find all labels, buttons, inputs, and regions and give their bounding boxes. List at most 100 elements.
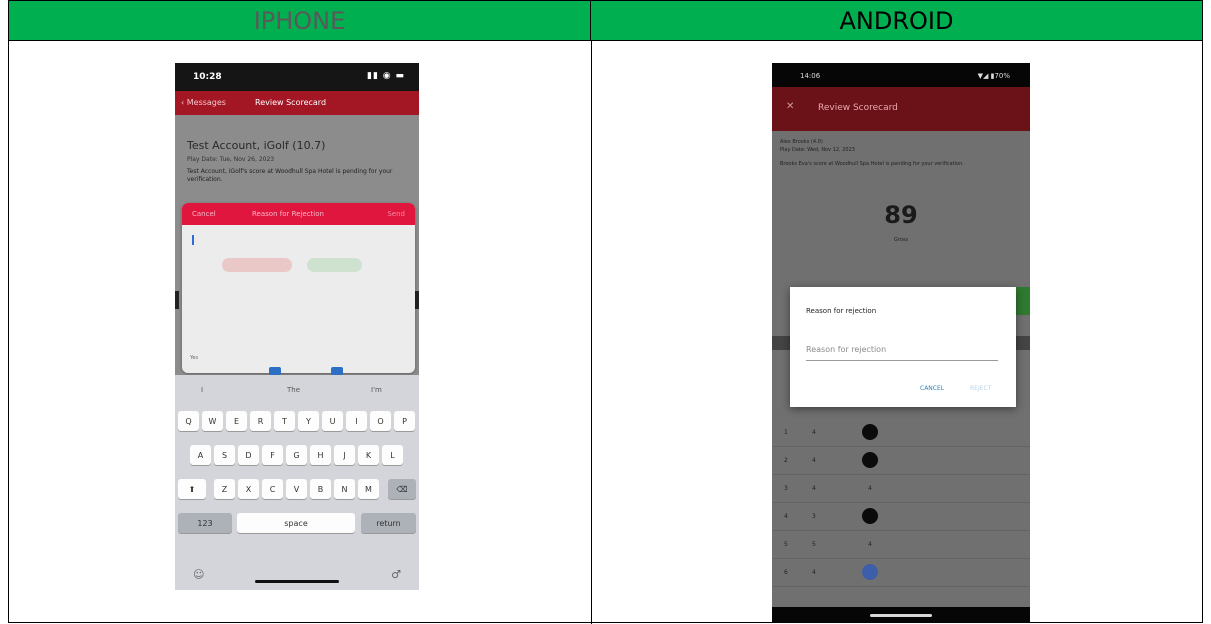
android-app-bar: ✕ Review Scorecard bbox=[772, 87, 1030, 131]
column-divider bbox=[591, 41, 592, 624]
key[interactable]: N bbox=[334, 479, 355, 499]
key[interactable]: V bbox=[286, 479, 307, 499]
keyboard-bottom-bar: ☺ ♂ bbox=[175, 560, 419, 590]
hole-row: 6 4 bbox=[772, 559, 1030, 587]
key[interactable]: I bbox=[346, 411, 367, 431]
key[interactable]: B bbox=[310, 479, 331, 499]
hole-row: 5 5 4 bbox=[772, 531, 1030, 559]
hole-par: 4 bbox=[812, 485, 816, 492]
status-time: 14:06 bbox=[800, 72, 821, 80]
key[interactable]: A bbox=[190, 445, 211, 465]
rejection-sheet: Cancel Reason for Rejection Send Yes bbox=[182, 203, 415, 373]
ios-keyboard: I The I'm Q W E R T Y U I O P A S D F G … bbox=[175, 375, 419, 590]
key[interactable]: K bbox=[358, 445, 379, 465]
sheet-footer: Yes bbox=[190, 355, 199, 361]
key[interactable]: T bbox=[274, 411, 295, 431]
reject-button[interactable]: REJECT bbox=[970, 385, 991, 392]
key[interactable]: M bbox=[358, 479, 379, 499]
blurred-element bbox=[307, 258, 362, 272]
key[interactable]: E bbox=[226, 411, 247, 431]
emoji-icon[interactable]: ☺ bbox=[193, 568, 204, 581]
key[interactable]: G bbox=[286, 445, 307, 465]
key[interactable]: H bbox=[310, 445, 331, 465]
key[interactable]: Y bbox=[298, 411, 319, 431]
dialog-title: Reason for rejection bbox=[806, 307, 877, 315]
hole-number: 2 bbox=[784, 457, 788, 464]
text-cursor[interactable] bbox=[192, 235, 194, 245]
rejection-dialog: Reason for rejection Reason for rejectio… bbox=[790, 287, 1016, 407]
status-time: 10:28 bbox=[193, 72, 222, 82]
hole-row: 4 3 bbox=[772, 503, 1030, 531]
key[interactable]: O bbox=[370, 411, 391, 431]
indicator-dot bbox=[331, 367, 343, 375]
key-row-3: ⬆ Z X C V B N M ⌫ bbox=[175, 479, 419, 501]
hole-row: 2 4 bbox=[772, 447, 1030, 475]
key[interactable]: S bbox=[214, 445, 235, 465]
back-button[interactable]: ‹ Messages bbox=[181, 98, 226, 107]
key[interactable]: D bbox=[238, 445, 259, 465]
hole-par: 5 bbox=[812, 541, 816, 548]
suggestion-item[interactable]: I'm bbox=[371, 386, 382, 394]
pending-description: Test Account, iGolf's score at Woodhull … bbox=[187, 168, 393, 183]
key[interactable]: Q bbox=[178, 411, 199, 431]
blurred-element bbox=[222, 258, 292, 272]
return-key[interactable]: return bbox=[361, 513, 416, 533]
key[interactable]: L bbox=[382, 445, 403, 465]
player-name: Test Account, iGolf (10.7) bbox=[187, 139, 326, 152]
send-button[interactable]: Send bbox=[387, 210, 405, 218]
key-row-1: Q W E R T Y U I O P bbox=[175, 411, 419, 433]
hole-par: 4 bbox=[812, 457, 816, 464]
key[interactable]: P bbox=[394, 411, 415, 431]
close-icon[interactable]: ✕ bbox=[786, 101, 794, 112]
hole-number: 4 bbox=[784, 513, 788, 520]
suggestion-item[interactable]: I bbox=[201, 386, 203, 394]
player-name: Alex Brooks (4.0) bbox=[780, 139, 823, 145]
sheet-toolbar: Cancel Reason for Rejection Send bbox=[182, 203, 415, 225]
side-marker-right bbox=[415, 291, 419, 309]
cancel-button[interactable]: CANCEL bbox=[920, 385, 944, 392]
status-icons: ▼◢ ▮70% bbox=[977, 72, 1010, 80]
key[interactable]: Z bbox=[214, 479, 235, 499]
rejection-reason-input[interactable]: Reason for rejection bbox=[806, 345, 998, 361]
android-status-bar: 14:06 ▼◢ ▮70% bbox=[772, 63, 1030, 87]
key[interactable]: W bbox=[202, 411, 223, 431]
score-circle bbox=[862, 508, 878, 524]
score-circle bbox=[862, 424, 878, 440]
play-date: Play Date: Tue, Nov 26, 2023 bbox=[187, 156, 275, 163]
score-label: Gross bbox=[893, 237, 909, 243]
hole-score: 4 bbox=[868, 485, 872, 492]
header-android: ANDROID bbox=[591, 1, 1202, 41]
key[interactable]: X bbox=[238, 479, 259, 499]
hole-row: 1 4 bbox=[772, 419, 1030, 447]
key[interactable]: U bbox=[322, 411, 343, 431]
numbers-key[interactable]: 123 bbox=[178, 513, 232, 533]
hole-row: 3 4 4 bbox=[772, 475, 1030, 503]
cancel-button[interactable]: Cancel bbox=[192, 210, 216, 218]
suggestion-item[interactable]: The bbox=[287, 386, 300, 394]
microphone-icon[interactable]: ♂ bbox=[391, 568, 401, 581]
hole-number: 5 bbox=[784, 541, 788, 548]
android-screenshot: 14:06 ▼◢ ▮70% ✕ Review Scorecard Alex Br… bbox=[772, 63, 1030, 623]
hole-score: 4 bbox=[868, 541, 872, 548]
key-row-4: 123 space return bbox=[175, 513, 419, 535]
delete-key[interactable]: ⌫ bbox=[388, 479, 416, 499]
gross-score: 89 bbox=[884, 201, 918, 229]
score-circle bbox=[862, 564, 878, 580]
space-key[interactable]: space bbox=[237, 513, 355, 533]
key[interactable]: R bbox=[250, 411, 271, 431]
hole-par: 4 bbox=[812, 569, 816, 576]
key[interactable]: J bbox=[334, 445, 355, 465]
indicator-dot bbox=[269, 367, 281, 375]
hole-number: 3 bbox=[784, 485, 788, 492]
key[interactable]: F bbox=[262, 445, 283, 465]
home-indicator bbox=[255, 580, 339, 583]
shift-key[interactable]: ⬆ bbox=[178, 479, 206, 499]
gesture-pill[interactable] bbox=[870, 614, 932, 617]
ios-nav-bar: ‹ Messages Review Scorecard bbox=[175, 91, 419, 115]
key[interactable]: C bbox=[262, 479, 283, 499]
suggestion-bar: I The I'm bbox=[175, 375, 419, 403]
android-nav-bar bbox=[772, 607, 1030, 623]
play-date: Play Date: Wed, Nov 12, 2023 bbox=[780, 147, 855, 153]
status-icons: ▮▮ ◉ ▬ bbox=[367, 71, 405, 81]
app-bar-title: Review Scorecard bbox=[818, 103, 898, 113]
